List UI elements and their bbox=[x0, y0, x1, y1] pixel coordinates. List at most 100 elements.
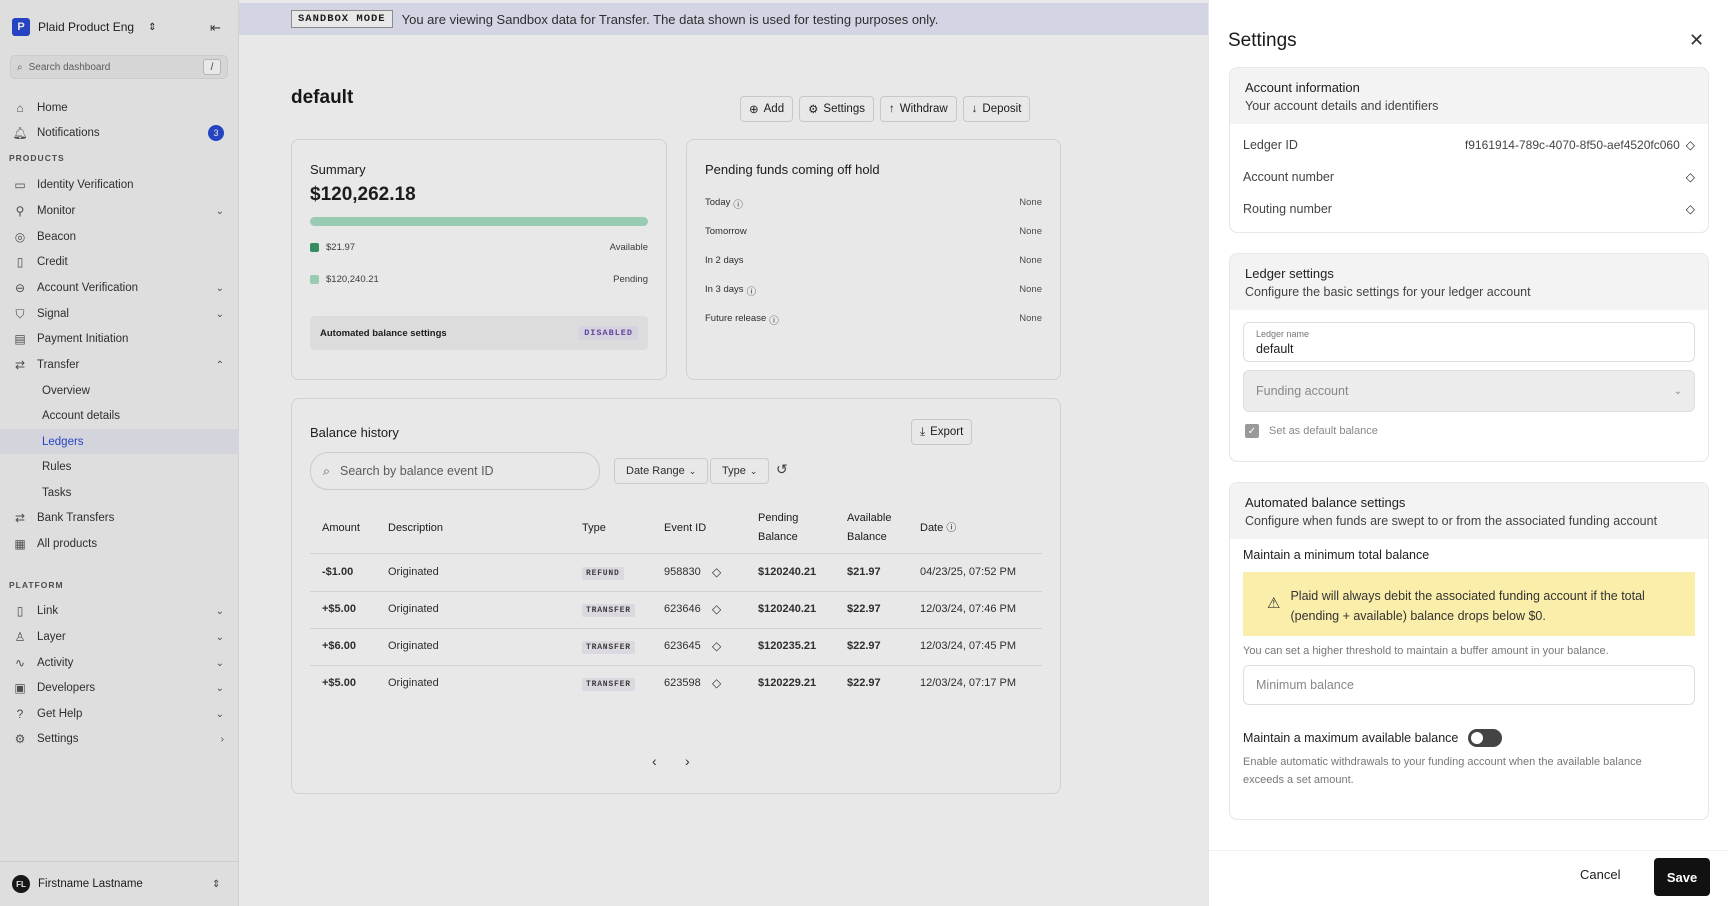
settings-button[interactable]: ⚙ Settings bbox=[799, 96, 874, 122]
column-header-amount[interactable]: Amount bbox=[322, 519, 360, 538]
sidebar-item-account-verification[interactable]: ⊖ Account Verification ⌄ bbox=[12, 278, 224, 298]
view-event-icon[interactable]: ◇ bbox=[712, 565, 721, 579]
next-page-icon[interactable]: › bbox=[685, 753, 690, 769]
balance-search-input[interactable]: ⌕ Search by balance event ID bbox=[310, 452, 600, 490]
sidebar-item-payment-initiation[interactable]: ▤ Payment Initiation bbox=[12, 329, 224, 349]
export-label: Export bbox=[930, 426, 964, 438]
sidebar-item-label: Payment Initiation bbox=[37, 333, 129, 345]
chevron-up-icon: ⌃ bbox=[215, 359, 224, 371]
collapse-sidebar-icon[interactable]: ⇤ bbox=[210, 20, 221, 36]
reset-icon[interactable]: ↺ bbox=[776, 461, 788, 478]
automated-balance-row[interactable]: Automated balance settings DISABLED bbox=[310, 316, 648, 350]
summary-card: Summary $120,262.18 $21.97 Available $12… bbox=[291, 139, 667, 380]
column-header-pending-balance[interactable]: Pending Balance bbox=[758, 509, 798, 547]
withdraw-label: Withdraw bbox=[899, 103, 948, 115]
chevron-down-icon: ⌄ bbox=[215, 682, 224, 694]
sidebar-item-bank-transfers[interactable]: ⇄ Bank Transfers bbox=[12, 508, 224, 528]
chevron-down-icon: ⌄ bbox=[1673, 385, 1682, 397]
info-icon[interactable]: ⓘ bbox=[733, 197, 743, 211]
ledger-name-value: default bbox=[1256, 342, 1294, 356]
max-balance-toggle[interactable] bbox=[1468, 729, 1503, 747]
info-icon[interactable]: ⓘ bbox=[769, 313, 779, 327]
view-event-icon[interactable]: ◇ bbox=[712, 676, 721, 690]
user-icon: ♙ bbox=[14, 630, 26, 644]
view-event-icon[interactable]: ◇ bbox=[712, 639, 721, 653]
balance-bar bbox=[310, 217, 648, 226]
cell-event-id: 958830 bbox=[664, 566, 701, 578]
sidebar-item-developers[interactable]: ▣ Developers ⌄ bbox=[12, 678, 224, 698]
hide-eye-icon[interactable]: ◇ bbox=[1686, 138, 1695, 152]
chevron-right-icon: › bbox=[220, 733, 224, 745]
sandbox-banner: SANDBOX MODE You are viewing Sandbox dat… bbox=[239, 3, 1208, 35]
cell-amount: +$6.00 bbox=[322, 640, 356, 652]
sidebar-subitem-rules[interactable]: Rules bbox=[42, 457, 71, 477]
summary-title: Summary bbox=[310, 162, 366, 177]
org-switcher[interactable]: P Plaid Product Eng ⇕ bbox=[12, 18, 156, 36]
sidebar-item-all-products[interactable]: ▦ All products bbox=[12, 534, 224, 554]
prev-page-icon[interactable]: ‹ bbox=[652, 753, 657, 769]
default-balance-checkbox[interactable]: ✓ bbox=[1245, 424, 1259, 438]
pending-row: $120,240.21 Pending bbox=[310, 274, 648, 285]
pending-row-label: Tomorrow bbox=[705, 226, 747, 237]
type-filter[interactable]: Type ⌄ bbox=[710, 458, 770, 484]
sidebar-item-home[interactable]: ⌂ Home bbox=[12, 98, 224, 118]
sidebar-item-label: Bank Transfers bbox=[37, 512, 115, 524]
cell-pending-balance: $120240.21 bbox=[758, 566, 817, 578]
column-header-available-balance[interactable]: Available Balance bbox=[847, 509, 891, 547]
ledger-name-field[interactable]: Ledger name default bbox=[1243, 322, 1695, 362]
view-event-icon[interactable]: ◇ bbox=[712, 602, 721, 616]
sidebar-item-activity[interactable]: ∿ Activity ⌄ bbox=[12, 653, 224, 673]
funding-account-select[interactable]: Funding account ⌄ bbox=[1243, 370, 1695, 412]
sidebar-item-label: All products bbox=[37, 538, 98, 550]
cancel-button[interactable]: Cancel bbox=[1580, 867, 1620, 882]
sidebar-item-link[interactable]: ▯ Link ⌄ bbox=[12, 601, 224, 621]
sidebar-item-identity-verification[interactable]: ▭ Identity Verification bbox=[12, 175, 224, 195]
sidebar-subitem-ledgers[interactable]: Ledgers bbox=[42, 432, 84, 452]
reveal-eye-icon[interactable]: ◇ bbox=[1686, 202, 1695, 216]
warning-text: Plaid will always debit the associated f… bbox=[1290, 589, 1645, 623]
sidebar-item-get-help[interactable]: ? Get Help ⌄ bbox=[12, 704, 224, 724]
sidebar-item-layer[interactable]: ♙ Layer ⌄ bbox=[12, 627, 224, 647]
sidebar-item-notifications[interactable]: 🔔︎ Notifications 3 bbox=[12, 123, 224, 143]
code-window-icon: ▣ bbox=[14, 681, 26, 695]
pending-balance-line2: Balance bbox=[758, 531, 798, 543]
cell-description: Originated bbox=[388, 566, 439, 578]
pending-balance-line1: Pending bbox=[758, 512, 799, 524]
sidebar-item-signal[interactable]: ⛉ Signal ⌄ bbox=[12, 304, 224, 324]
date-range-filter[interactable]: Date Range ⌄ bbox=[614, 458, 709, 484]
type-badge: REFUND bbox=[582, 567, 624, 580]
info-icon[interactable]: ⓘ bbox=[747, 284, 757, 298]
column-header-event-id[interactable]: Event ID bbox=[664, 519, 706, 538]
column-header-description[interactable]: Description bbox=[388, 519, 443, 538]
add-button[interactable]: ⊕ Add bbox=[740, 96, 794, 122]
export-button[interactable]: ⤓ Export bbox=[911, 419, 973, 445]
settings-panel: Settings ✕ Account information Your acco… bbox=[1208, 0, 1728, 906]
max-balance-hint: Enable automatic withdrawals to your fun… bbox=[1243, 756, 1642, 786]
sidebar-subitem-tasks[interactable]: Tasks bbox=[42, 483, 71, 503]
sidebar-item-label: Home bbox=[37, 102, 68, 114]
pending-label: Pending bbox=[613, 274, 648, 285]
close-icon[interactable]: ✕ bbox=[1689, 30, 1704, 51]
sidebar-item-transfer[interactable]: ⇄ Transfer ⌃ bbox=[12, 355, 224, 375]
reveal-eye-icon[interactable]: ◇ bbox=[1686, 170, 1695, 184]
sidebar-item-monitor[interactable]: ⚲ Monitor ⌄ bbox=[12, 201, 224, 221]
save-button[interactable]: Save bbox=[1654, 858, 1710, 896]
minimum-balance-input[interactable]: Minimum balance bbox=[1243, 665, 1695, 705]
routing-number-row: Routing number ◇ bbox=[1243, 198, 1695, 220]
pending-row-label: In 3 days bbox=[705, 284, 744, 295]
user-menu[interactable]: FL Firstname Lastname ⇕ bbox=[0, 861, 239, 906]
withdraw-button[interactable]: ↑ Withdraw bbox=[879, 96, 957, 122]
search-dashboard[interactable]: ⌕ Search dashboard / bbox=[10, 55, 228, 79]
sidebar-subitem-account-details[interactable]: Account details bbox=[42, 406, 120, 426]
column-header-date[interactable]: Date ⓘ bbox=[920, 519, 956, 538]
column-header-type[interactable]: Type bbox=[582, 519, 606, 538]
deposit-button[interactable]: ↓ Deposit bbox=[962, 96, 1031, 122]
sidebar-item-settings[interactable]: ⚙ Settings › bbox=[12, 729, 224, 749]
date-range-label: Date Range bbox=[626, 465, 685, 477]
sidebar-item-beacon[interactable]: ◎ Beacon bbox=[12, 227, 224, 247]
gear-icon: ⚙ bbox=[808, 104, 819, 116]
sidebar-item-label: Developers bbox=[37, 682, 96, 694]
account-verification-icon: ⊖ bbox=[14, 281, 26, 295]
sidebar-subitem-overview[interactable]: Overview bbox=[42, 381, 90, 401]
sidebar-item-credit[interactable]: ▯ Credit bbox=[12, 252, 224, 272]
